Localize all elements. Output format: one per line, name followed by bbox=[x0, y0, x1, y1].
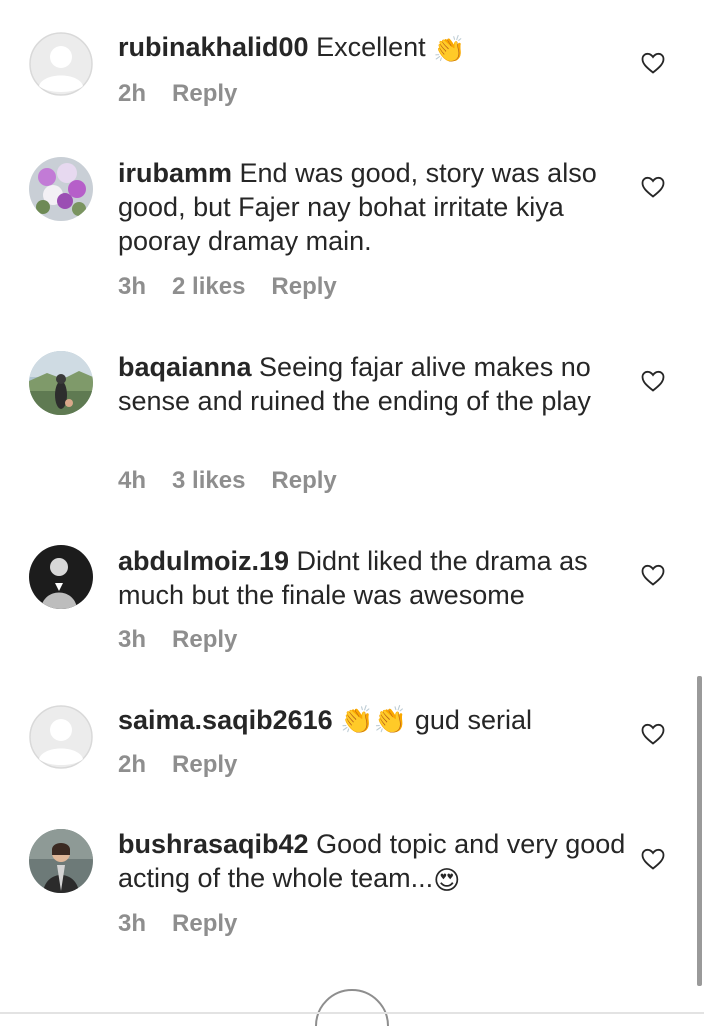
heart-outline-icon[interactable] bbox=[641, 52, 665, 74]
comment-body: rubinakhalid00 Excellent 👏 bbox=[118, 30, 628, 66]
comment-time: 2h bbox=[118, 80, 147, 107]
heart-outline-icon[interactable] bbox=[641, 564, 665, 586]
heart-outline-icon[interactable] bbox=[641, 370, 665, 392]
comment-meta: 3h 2 likes Reply bbox=[118, 273, 337, 301]
comment-username[interactable]: saima.saqib2616 bbox=[118, 705, 333, 735]
comment-time: 3h bbox=[118, 626, 147, 653]
avatar[interactable] bbox=[29, 829, 93, 893]
comment-meta: 3h Reply bbox=[118, 910, 237, 938]
heart-eyes-emoji: 😍 bbox=[433, 864, 461, 895]
reply-button[interactable]: Reply bbox=[271, 467, 336, 495]
comment-username[interactable]: baqaianna bbox=[118, 352, 252, 382]
comment-time: 3h bbox=[118, 910, 147, 937]
comment-body: saima.saqib2616 👏👏 gud serial bbox=[118, 703, 628, 737]
avatar[interactable] bbox=[29, 157, 93, 221]
avatar[interactable] bbox=[29, 351, 93, 415]
divider bbox=[0, 1012, 704, 1014]
comment-text: Excellent bbox=[308, 32, 434, 62]
reply-button[interactable]: Reply bbox=[271, 273, 336, 301]
default-avatar-icon bbox=[29, 705, 93, 769]
comment-body: baqaianna Seeing fajar alive makes no se… bbox=[118, 350, 628, 418]
comment-body: abdulmoiz.19 Didnt liked the drama as mu… bbox=[118, 544, 628, 612]
landscape-avatar-icon bbox=[29, 351, 93, 415]
heart-outline-icon[interactable] bbox=[641, 723, 665, 745]
comment-meta: 4h 3 likes Reply bbox=[118, 467, 337, 495]
comment-username[interactable]: bushrasaqib42 bbox=[118, 829, 309, 859]
heart-outline-icon[interactable] bbox=[641, 848, 665, 870]
comment-username[interactable]: irubamm bbox=[118, 158, 232, 188]
avatar[interactable] bbox=[29, 545, 93, 609]
flowers-avatar-icon bbox=[29, 157, 93, 221]
comment-body: irubamm End was good, story was also goo… bbox=[118, 156, 628, 258]
comment-meta: 3h Reply bbox=[118, 626, 237, 654]
comment-meta: 2h Reply bbox=[118, 751, 237, 779]
comment-time: 4h bbox=[118, 467, 147, 494]
plus-circle-icon[interactable] bbox=[312, 988, 392, 1028]
comment-username[interactable]: abdulmoiz.19 bbox=[118, 546, 289, 576]
reply-button[interactable]: Reply bbox=[172, 910, 237, 938]
person-avatar-icon bbox=[29, 829, 93, 893]
comment-body: bushrasaqib42 Good topic and very good a… bbox=[118, 827, 628, 897]
clapping-hands-emoji: 👏 bbox=[433, 33, 466, 64]
avatar[interactable] bbox=[29, 32, 93, 96]
scrollbar[interactable] bbox=[697, 676, 702, 986]
default-avatar-icon bbox=[29, 32, 93, 96]
comment-time: 2h bbox=[118, 751, 147, 778]
comment-username[interactable]: rubinakhalid00 bbox=[118, 32, 309, 62]
reply-button[interactable]: Reply bbox=[172, 80, 237, 108]
comment-likes[interactable]: 2 likes bbox=[172, 273, 245, 301]
comment-text: 👏👏 gud serial bbox=[332, 705, 532, 735]
comment-time: 3h bbox=[118, 273, 147, 300]
avatar[interactable] bbox=[29, 705, 93, 769]
comment-meta: 2h Reply bbox=[118, 80, 237, 108]
heart-outline-icon[interactable] bbox=[641, 176, 665, 198]
comment-likes[interactable]: 3 likes bbox=[172, 467, 245, 495]
reply-button[interactable]: Reply bbox=[172, 751, 237, 779]
person-avatar-icon bbox=[29, 545, 93, 609]
reply-button[interactable]: Reply bbox=[172, 626, 237, 654]
